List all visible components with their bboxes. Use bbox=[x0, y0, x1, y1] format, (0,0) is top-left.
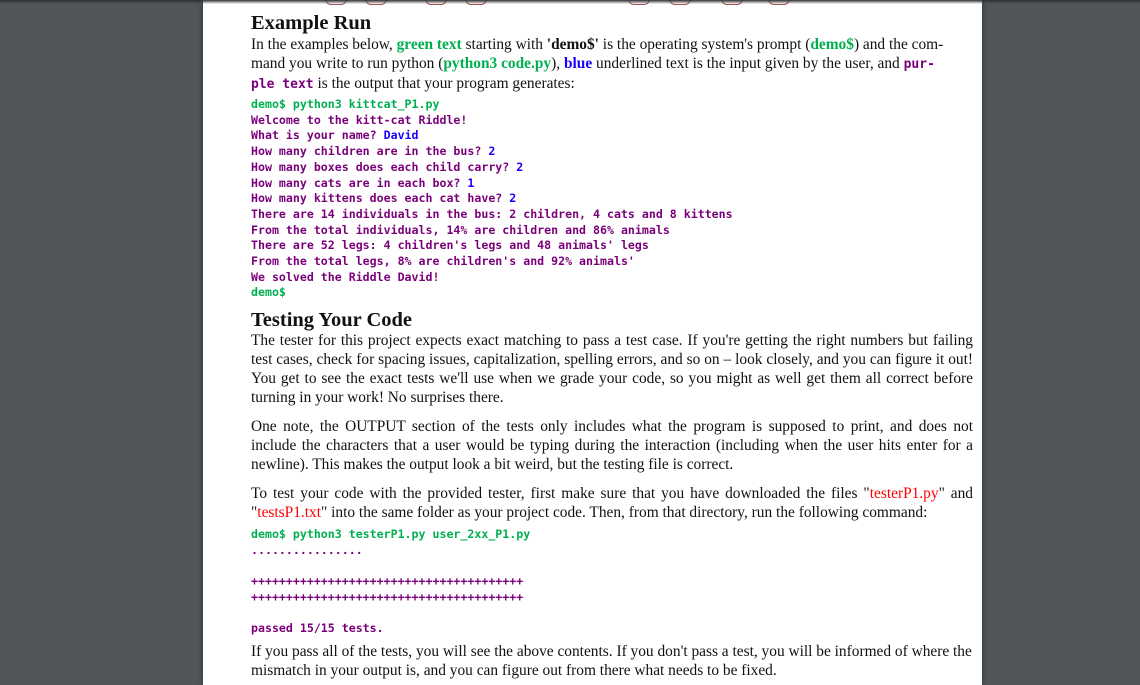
document-page: Example Run In the examples below, green… bbox=[203, 0, 982, 685]
user-input: 2 bbox=[516, 159, 524, 174]
user-input: 2 bbox=[488, 144, 496, 159]
testing-paragraph-4: If you pass all of the tests, you will s… bbox=[251, 643, 972, 679]
transcript-line: There are 14 individuals in the bus: 2 c… bbox=[251, 206, 733, 221]
tester-plus-line: +++++++++++++++++++++++++++++++++++++++ bbox=[251, 589, 524, 604]
testing-paragraph-1: The tester for this project expects exac… bbox=[251, 332, 973, 406]
purple-text-sample: pur- bbox=[903, 57, 935, 72]
tester-dots: ................ bbox=[251, 542, 363, 557]
testing-paragraph-3: To test your code with the provided test… bbox=[251, 485, 973, 521]
transcript-command: demo$ python3 kittcat_P1.py bbox=[251, 97, 440, 111]
viewer-top-shadow bbox=[0, 0, 1140, 4]
example-run-heading: Example Run bbox=[251, 12, 372, 34]
example-run-intro: In the examples below, green text starti… bbox=[251, 36, 944, 92]
transcript-line: There are 52 legs: 4 children's legs and… bbox=[251, 238, 649, 253]
transcript-line: We solved the Riddle David! bbox=[251, 269, 440, 284]
transcript-line: From the total legs, 8% are children's a… bbox=[251, 254, 635, 269]
tester-result: passed 15/15 tests. bbox=[251, 621, 384, 636]
user-input: 2 bbox=[509, 191, 517, 206]
example-transcript: demo$ python3 kittcat_P1.py Welcome to t… bbox=[251, 97, 733, 300]
tester-output: demo$ python3 testerP1.py user_2xx_P1.py… bbox=[251, 527, 530, 637]
blue-text-sample: blue bbox=[563, 55, 593, 72]
green-text-sample: green text bbox=[396, 36, 462, 53]
transcript-line: Welcome to the kitt-cat Riddle! bbox=[251, 112, 468, 127]
user-input: 1 bbox=[467, 175, 475, 190]
tests-filename: testsP1.txt bbox=[257, 504, 322, 521]
transcript-final-prompt: demo$ bbox=[251, 285, 286, 300]
tester-filename: testerP1.py bbox=[869, 485, 939, 502]
transcript-line: From the total individuals, 14% are chil… bbox=[251, 222, 670, 237]
tester-command: demo$ python3 testerP1.py user_2xx_P1.py bbox=[251, 527, 531, 541]
tester-plus-line: +++++++++++++++++++++++++++++++++++++++ bbox=[251, 574, 524, 589]
testing-heading: Testing Your Code bbox=[251, 309, 412, 331]
testing-paragraph-2: One note, the OUTPUT section of the test… bbox=[251, 418, 973, 473]
user-input: David bbox=[383, 128, 419, 143]
